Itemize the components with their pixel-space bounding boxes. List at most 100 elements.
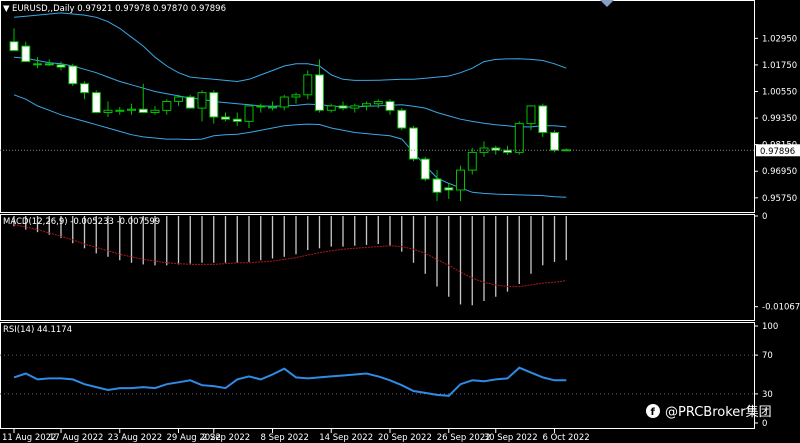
time-tick-label: 30 Sep 2022 bbox=[484, 433, 538, 443]
candle bbox=[303, 70, 313, 100]
bear-candle-body bbox=[44, 63, 54, 66]
bull-candle-body bbox=[268, 106, 277, 109]
bear-candle-body bbox=[444, 187, 454, 191]
candle bbox=[33, 57, 42, 69]
bull-candle-body bbox=[373, 101, 383, 105]
candle bbox=[538, 103, 548, 137]
bear-candle-body bbox=[409, 127, 418, 160]
macd-axis: 0 -0.01067 bbox=[754, 212, 800, 313]
macd-tick-label: 0 bbox=[762, 212, 767, 222]
time-tick-label: 2 Sep 2022 bbox=[202, 433, 250, 443]
candle bbox=[467, 147, 477, 175]
candle bbox=[185, 94, 195, 109]
price-panel-border bbox=[0, 0, 755, 213]
bull-candle-body bbox=[162, 101, 172, 111]
bull-candle-body bbox=[174, 96, 183, 102]
bull-candle-body bbox=[303, 74, 313, 96]
candle bbox=[9, 28, 19, 52]
bear-candle-body bbox=[21, 45, 31, 63]
bull-candle-body bbox=[350, 105, 360, 109]
candle bbox=[456, 165, 465, 202]
current-price-label: 0.97896 bbox=[760, 147, 795, 157]
time-tick-label: 20 Sep 2022 bbox=[378, 433, 432, 443]
bear-candle-body bbox=[9, 41, 19, 52]
rsi-tick-label: 70 bbox=[762, 351, 773, 361]
rsi-indicator bbox=[0, 354, 754, 397]
candle bbox=[315, 59, 324, 113]
candle bbox=[138, 83, 148, 113]
candle bbox=[279, 94, 289, 111]
time-tick-label: 6 Oct 2022 bbox=[543, 433, 590, 443]
candle bbox=[397, 108, 407, 131]
bull-candle-body bbox=[33, 63, 42, 66]
bull-candle-body bbox=[362, 103, 371, 107]
price-axis: 1.029501.017501.005500.993500.981500.969… bbox=[754, 34, 800, 204]
time-tick-label: 26 Sep 2022 bbox=[437, 433, 491, 443]
candle bbox=[550, 130, 559, 153]
candle bbox=[127, 103, 136, 115]
bull-candle-body bbox=[244, 105, 254, 122]
bear-candle-body bbox=[68, 65, 78, 85]
candle bbox=[561, 148, 571, 152]
macd-tick-label: -0.01067 bbox=[762, 303, 800, 313]
candle bbox=[326, 103, 336, 113]
candle bbox=[209, 90, 219, 124]
chart-shift-marker-icon[interactable] bbox=[600, 0, 614, 7]
chart-menu-arrow-icon[interactable]: ▼ bbox=[3, 4, 10, 14]
upper-band-line bbox=[13, 12, 567, 83]
candle bbox=[479, 141, 489, 157]
candle bbox=[385, 99, 395, 115]
candle bbox=[373, 99, 383, 109]
facebook-icon-glyph: f bbox=[651, 407, 656, 418]
candle bbox=[21, 41, 31, 63]
candle bbox=[244, 105, 254, 129]
bull-candle-body bbox=[150, 109, 160, 114]
rsi-tick-label: 30 bbox=[762, 390, 773, 400]
price-tick-label: 0.96950 bbox=[762, 167, 797, 177]
bear-candle-body bbox=[338, 105, 348, 109]
bear-candle-body bbox=[56, 64, 66, 68]
bull-candle-body bbox=[115, 109, 125, 112]
candle bbox=[103, 101, 113, 117]
time-tick-label: 17 Aug 2022 bbox=[49, 433, 103, 443]
rsi-line bbox=[13, 366, 567, 397]
candle bbox=[91, 90, 101, 113]
bull-candle-body bbox=[127, 108, 136, 111]
bull-candle-body bbox=[103, 109, 113, 114]
price-tick-label: 0.99350 bbox=[762, 114, 797, 124]
bear-candle-body bbox=[432, 178, 442, 193]
bear-candle-body bbox=[315, 74, 324, 111]
candle bbox=[409, 125, 418, 162]
candle bbox=[338, 101, 348, 111]
candle bbox=[291, 92, 301, 104]
price-tick-label: 1.02950 bbox=[762, 34, 797, 44]
trading-chart[interactable]: 1.029501.017501.005500.993500.981500.969… bbox=[0, 0, 800, 443]
bear-candle-body bbox=[221, 116, 230, 120]
bear-candle-body bbox=[80, 83, 89, 94]
bull-candle-body bbox=[279, 96, 289, 108]
bull-candle-body bbox=[197, 92, 207, 109]
symbol-header: EURUSD,,Daily 0.97921 0.97978 0.97870 0.… bbox=[12, 4, 226, 14]
macd-indicator bbox=[13, 216, 567, 306]
bear-candle-body bbox=[550, 132, 559, 151]
candle bbox=[221, 112, 230, 122]
candlesticks bbox=[0, 28, 754, 202]
candle bbox=[162, 99, 172, 115]
bull-candle-body bbox=[514, 123, 524, 153]
bull-candle-body bbox=[467, 151, 477, 171]
rsi-title: RSI(14) 44.1174 bbox=[3, 325, 72, 335]
bear-candle-body bbox=[538, 105, 548, 134]
bull-candle-body bbox=[526, 105, 536, 125]
candle bbox=[150, 105, 160, 115]
bull-candle-body bbox=[326, 105, 336, 111]
price-tick-label: 0.95750 bbox=[762, 194, 797, 204]
time-axis: 11 Aug 202217 Aug 2022 23 Aug 2022 29 Aug … bbox=[2, 429, 590, 443]
candle bbox=[115, 107, 125, 115]
candle bbox=[232, 112, 242, 126]
rsi-tick-label: 100 bbox=[762, 322, 778, 332]
candle bbox=[68, 63, 78, 86]
rsi-tick-label: 0 bbox=[762, 419, 767, 429]
time-tick-label: 14 Sep 2022 bbox=[319, 433, 373, 443]
bull-candle-body bbox=[291, 94, 301, 98]
candle bbox=[420, 156, 430, 182]
